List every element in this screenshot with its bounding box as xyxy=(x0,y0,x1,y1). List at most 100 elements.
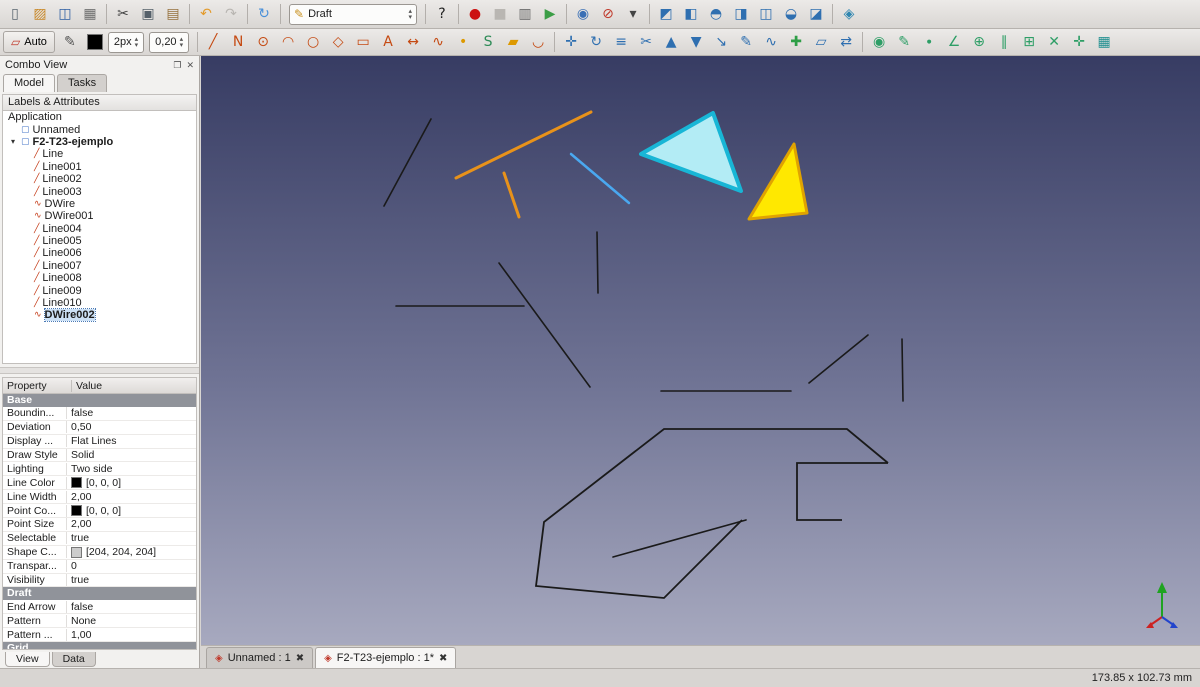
edit-icon[interactable]: ✎ xyxy=(734,30,758,54)
property-row[interactable]: Point Size2,00 xyxy=(3,518,196,532)
draft-arc-icon[interactable]: ◠ xyxy=(276,30,300,54)
property-table-header[interactable]: Property Value xyxy=(2,377,197,394)
draft-circle-icon[interactable]: ⊙ xyxy=(251,30,275,54)
tree-item-line004[interactable]: ╱Line004 xyxy=(3,223,196,235)
axonometric-view-icon[interactable]: ◩ xyxy=(654,2,678,26)
orange-line[interactable] xyxy=(456,112,591,178)
whats-this-icon[interactable]: ? xyxy=(430,2,454,26)
trimex-icon[interactable]: ✂ xyxy=(634,30,658,54)
toggle-grid-icon[interactable]: ▦ xyxy=(1092,30,1116,54)
sketch-line[interactable] xyxy=(902,339,903,401)
property-row[interactable]: Draw StyleSolid xyxy=(3,449,196,463)
snap-midpoint-icon[interactable]: ∙ xyxy=(917,30,941,54)
bottom-view-icon[interactable]: ◒ xyxy=(779,2,803,26)
draft-ellipse-icon[interactable]: ○ xyxy=(301,30,325,54)
open-document-icon[interactable]: ▨ xyxy=(28,2,52,26)
top-view-icon[interactable]: ◓ xyxy=(704,2,728,26)
tree-item-line003[interactable]: ╱Line003 xyxy=(3,185,196,197)
macro-record-icon[interactable]: ● xyxy=(463,2,487,26)
workbench-spinner-arrows[interactable]: ▴ ▾ xyxy=(408,8,412,20)
tab-tasks[interactable]: Tasks xyxy=(57,74,107,92)
property-row[interactable]: Line Width2,00 xyxy=(3,490,196,504)
close-tab-icon[interactable]: ✖ xyxy=(439,653,447,664)
snap-dimensions-icon[interactable]: ✛ xyxy=(1067,30,1091,54)
draft-polygon-icon[interactable]: ◇ xyxy=(326,30,350,54)
draft-rectangle-icon[interactable]: ▭ xyxy=(351,30,375,54)
move-icon[interactable]: ✛ xyxy=(559,30,583,54)
draw-style-arrow-icon[interactable]: ▾ xyxy=(621,2,645,26)
3d-viewport[interactable] xyxy=(201,56,1200,645)
document-tab[interactable]: ◈F2-T23-ejemplo : 1*✖ xyxy=(315,647,456,668)
dwire-path[interactable] xyxy=(797,463,888,520)
draft-polyline-icon[interactable]: N xyxy=(226,30,250,54)
line-color-swatch[interactable] xyxy=(87,34,103,50)
orange-line[interactable] xyxy=(504,173,519,217)
draft-to-sketch-icon[interactable]: ⇄ xyxy=(834,30,858,54)
sketch-line[interactable] xyxy=(597,232,598,293)
float-panel-icon[interactable]: ❐ xyxy=(173,61,181,71)
new-document-icon[interactable]: ▯ xyxy=(3,2,27,26)
tree-header[interactable]: Labels & Attributes xyxy=(2,94,197,111)
snap-grid-icon[interactable]: ⊞ xyxy=(1017,30,1041,54)
print-icon[interactable]: ▦ xyxy=(78,2,102,26)
tree-item-dwire001[interactable]: ∿DWire001 xyxy=(3,210,196,222)
document-tab[interactable]: ◈Unnamed : 1✖ xyxy=(206,647,313,668)
draft-facebinder-icon[interactable]: ▰ xyxy=(501,30,525,54)
cyan-triangle[interactable] xyxy=(641,113,741,191)
viewport-canvas[interactable] xyxy=(201,56,1200,645)
zoom-fit-icon[interactable]: ◉ xyxy=(571,2,595,26)
snap-endpoint-icon[interactable]: ✎ xyxy=(892,30,916,54)
left-view-icon[interactable]: ◪ xyxy=(804,2,828,26)
yellow-triangle[interactable] xyxy=(749,144,807,219)
undo-icon[interactable]: ↶ xyxy=(194,2,218,26)
snap-intersection-icon[interactable]: ✕ xyxy=(1042,30,1066,54)
tree-item-line002[interactable]: ╱Line002 xyxy=(3,173,196,185)
expander-icon[interactable]: ▾ xyxy=(11,137,21,146)
line-width-select[interactable]: 2px ▴ ▾ xyxy=(108,32,144,53)
apply-style-icon[interactable]: ✎ xyxy=(58,30,82,54)
tree-item-dwire002[interactable]: ∿DWire002 xyxy=(3,309,196,321)
upgrade-icon[interactable]: ▲ xyxy=(659,30,683,54)
tree-item-line001[interactable]: ╱Line001 xyxy=(3,161,196,173)
tree-item-line009[interactable]: ╱Line009 xyxy=(3,284,196,296)
snap-angle-icon[interactable]: ∠ xyxy=(942,30,966,54)
draw-style-icon[interactable]: ⊘ xyxy=(596,2,620,26)
refresh-icon[interactable]: ↻ xyxy=(252,2,276,26)
draft-line-icon[interactable]: ╱ xyxy=(201,30,225,54)
property-row[interactable]: Pattern ...1,00 xyxy=(3,628,196,642)
property-row[interactable]: LightingTwo side xyxy=(3,462,196,476)
sketch-line[interactable] xyxy=(613,520,746,557)
tree-item-application[interactable]: Application xyxy=(3,111,196,123)
property-row[interactable]: PatternNone xyxy=(3,614,196,628)
sketch-line[interactable] xyxy=(809,335,868,383)
property-row[interactable]: Display ...Flat Lines xyxy=(3,435,196,449)
draft-text-icon[interactable]: A xyxy=(376,30,400,54)
tree-item-line010[interactable]: ╱Line010 xyxy=(3,297,196,309)
tab-data[interactable]: Data xyxy=(52,652,96,667)
tree-item-line008[interactable]: ╱Line008 xyxy=(3,272,196,284)
property-row[interactable]: Line Color[0, 0, 0] xyxy=(3,476,196,490)
draft-bezier-icon[interactable]: ◡ xyxy=(526,30,550,54)
tree-item-line007[interactable]: ╱Line007 xyxy=(3,260,196,272)
tree-item-dwire[interactable]: ∿DWire xyxy=(3,198,196,210)
sketch-line[interactable] xyxy=(499,263,590,387)
paste-icon[interactable]: ▤ xyxy=(161,2,185,26)
tree-item-line[interactable]: ╱Line xyxy=(3,148,196,160)
tab-model[interactable]: Model xyxy=(3,74,55,92)
copy-icon[interactable]: ▣ xyxy=(136,2,160,26)
tree-item-line005[interactable]: ╱Line005 xyxy=(3,235,196,247)
property-row[interactable]: Deviation0,50 xyxy=(3,421,196,435)
snap-radius-spinbox[interactable]: 0,20 ▴ ▾ xyxy=(149,32,189,53)
snap-parallel-icon[interactable]: ∥ xyxy=(992,30,1016,54)
property-row[interactable]: Point Co...[0, 0, 0] xyxy=(3,504,196,518)
tree-item-f2-t23-ejemplo[interactable]: ▾▢F2-T23-ejemplo xyxy=(3,136,196,148)
property-row[interactable]: Shape C...[204, 204, 204] xyxy=(3,546,196,560)
sketch-line[interactable] xyxy=(384,119,431,206)
offset-icon[interactable]: ≡ xyxy=(609,30,633,54)
close-panel-icon[interactable]: ✕ xyxy=(186,61,194,71)
macro-dialog-icon[interactable]: ▥ xyxy=(513,2,537,26)
property-row[interactable]: Selectabletrue xyxy=(3,532,196,546)
panel-splitter[interactable] xyxy=(0,367,199,374)
line-width-spinner-arrows[interactable]: ▴ ▾ xyxy=(135,36,139,48)
right-view-icon[interactable]: ◨ xyxy=(729,2,753,26)
